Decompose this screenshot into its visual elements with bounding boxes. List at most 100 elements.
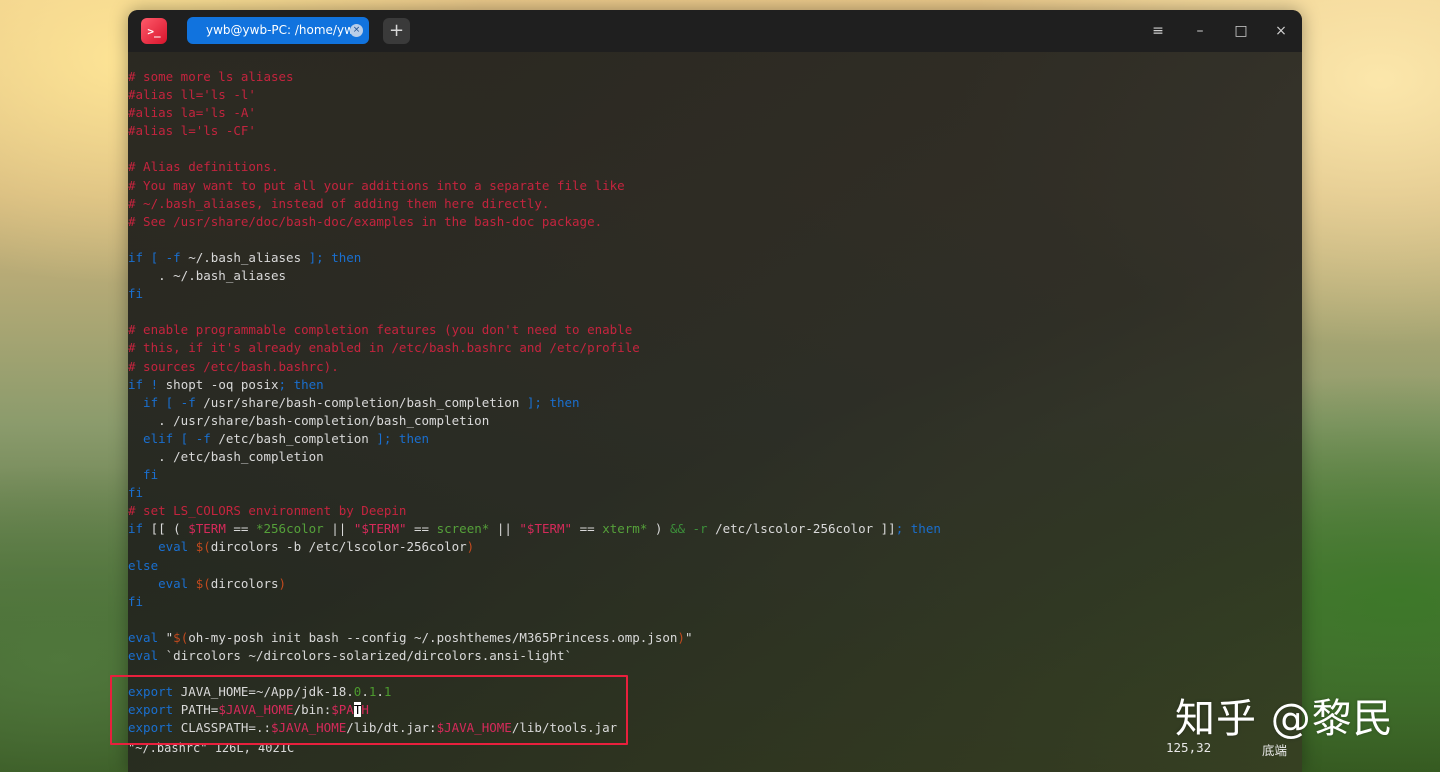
maximize-icon[interactable]: □: [1231, 21, 1251, 41]
code-token: else: [128, 557, 159, 573]
code-token: /etc/bash_completion: [218, 430, 377, 446]
terminal-line: # some more ls aliases: [128, 68, 1302, 86]
code-token: eval: [128, 648, 166, 663]
terminal-line: # set LS_COLORS environment by Deepin: [128, 502, 1302, 520]
terminal-line: # Alias definitions.: [128, 158, 1302, 176]
code-token: fi: [128, 467, 159, 483]
code-token: fi: [128, 485, 144, 501]
terminal-line: . /usr/share/bash-completion/bash_comple…: [128, 412, 1302, 430]
terminal-line: eval " $(oh-my-posh init bash --config ~/…: [128, 629, 1302, 647]
code-token: if: [128, 521, 151, 537]
code-token: eval: [128, 629, 166, 645]
terminal-line: if [ -f /usr/share/bash-completion/bash_…: [128, 394, 1302, 412]
code-token: ]; then: [308, 249, 362, 265]
code-token: ): [647, 521, 670, 537]
code-token: ): [278, 575, 287, 591]
terminal-line: # sources /etc/bash.bashrc).: [128, 358, 1302, 376]
code-token: ": [684, 629, 693, 645]
code-token: if !: [128, 376, 166, 392]
code-token: `dircolors ~/dircolors-solarized/dircolo…: [165, 648, 573, 663]
terminal-content[interactable]: # some more ls aliases #alias ll='ls -l' #…: [128, 68, 1302, 737]
code-token: . /etc/bash_completion: [128, 448, 324, 464]
terminal-line: eval $(dircolors): [128, 575, 1302, 593]
position-label: 底端: [1262, 743, 1288, 758]
terminal-line: else: [128, 557, 1302, 575]
code-token: /usr/share/bash-completion/bash_completi…: [203, 394, 527, 410]
code-token: $(: [195, 575, 211, 591]
tab-terminal[interactable]: ywb@ywb-PC: /home/ywb ×: [187, 17, 369, 44]
code-token: # You may want to put all your additions…: [128, 177, 625, 193]
menu-icon[interactable]: ≡: [1148, 21, 1168, 41]
terminal-line: eval $(dircolors -b /etc/lscolor-256colo…: [128, 538, 1302, 556]
terminal-line: #alias ll='ls -l': [128, 86, 1302, 104]
terminal-line: # See /usr/share/doc/bash-doc/examples i…: [128, 213, 1302, 231]
code-token: # Alias definitions.: [128, 159, 279, 175]
highlight-box: [110, 675, 628, 745]
terminal-line: if [ -f ~/.bash_aliases ]; then: [128, 249, 1302, 267]
code-token: if [ -f: [128, 394, 204, 410]
code-token: "$TERM": [353, 521, 407, 537]
terminal-line: fi: [128, 484, 1302, 502]
code-token: /etc/lscolor-256color ]]: [715, 521, 896, 537]
terminal-window: >_ ywb@ywb-PC: /home/ywb × + ≡ – □ × # s…: [128, 10, 1302, 772]
terminal-line: if ! shopt -oq posix; then: [128, 376, 1302, 394]
code-token: xterm*: [602, 521, 648, 537]
watermark: 知乎 @黎民: [1175, 696, 1394, 742]
tab-title: ywb@ywb-PC: /home/ywb: [206, 23, 362, 37]
terminal-line: # enable programmable completion feature…: [128, 321, 1302, 339]
code-token: elif [ -f: [128, 430, 219, 446]
code-token: [[ (: [150, 521, 189, 537]
code-token: oh-my-posh init bash --config ~/.poshthe…: [188, 629, 678, 645]
terminal-line: fi: [128, 593, 1302, 611]
code-token: # set LS_COLORS environment by Deepin: [128, 503, 407, 519]
title-bar: >_ ywb@ywb-PC: /home/ywb × + ≡ – □ ×: [128, 10, 1302, 52]
code-token: $(: [195, 539, 211, 555]
code-token: && -r: [669, 521, 716, 537]
tab-close-icon[interactable]: ×: [350, 24, 363, 37]
terminal-line: fi: [128, 285, 1302, 303]
terminal-line: fi: [128, 466, 1302, 484]
code-token: # some more ls aliases: [128, 69, 294, 84]
code-token: #alias l='ls -CF': [128, 123, 256, 139]
cursor-position: 125,32: [1166, 740, 1212, 755]
terminal-line: . /etc/bash_completion: [128, 448, 1302, 466]
code-token: $(: [173, 629, 189, 645]
code-token: *256color: [255, 521, 324, 537]
minimize-icon[interactable]: –: [1190, 21, 1210, 41]
code-token: ||: [489, 521, 520, 537]
code-token: ||: [323, 521, 354, 537]
code-token: eval: [128, 575, 196, 591]
terminal-app-icon[interactable]: >_: [141, 18, 167, 44]
code-token: . ~/.bash_aliases: [128, 268, 287, 284]
code-token: ; then: [278, 376, 324, 392]
code-token: $TERM: [188, 521, 226, 537]
code-token: dircolors: [210, 575, 279, 591]
terminal-line: elif [ -f /etc/bash_completion ]; then: [128, 430, 1302, 448]
code-token: ]; then: [526, 394, 580, 410]
terminal-line: # this, if it's already enabled in /etc/…: [128, 339, 1302, 357]
code-token: fi: [128, 286, 144, 302]
code-token: ): [466, 539, 475, 555]
code-token: "$TERM": [519, 521, 573, 537]
code-token: #alias ll='ls -l': [128, 87, 256, 103]
code-token: fi: [128, 593, 144, 609]
code-token: ]; then: [376, 430, 430, 446]
terminal-line: #alias la='ls -A': [128, 104, 1302, 122]
code-token: shopt -oq posix: [165, 376, 279, 392]
code-token: screen*: [436, 521, 490, 537]
code-token: ; then: [895, 521, 941, 537]
close-icon[interactable]: ×: [1271, 21, 1291, 41]
code-token: if [ -f: [128, 249, 189, 265]
code-token: ==: [225, 521, 256, 537]
code-token: # enable programmable completion feature…: [128, 322, 633, 338]
code-token: # See /usr/share/doc/bash-doc/examples i…: [128, 213, 603, 229]
terminal-line: eval `dircolors ~/dircolors-solarized/di…: [128, 647, 1302, 665]
terminal-line: # ~/.bash_aliases, instead of adding the…: [128, 195, 1302, 213]
new-tab-button[interactable]: +: [383, 18, 410, 44]
terminal-line: if [[ ( $TERM == *256color || "$TERM" ==…: [128, 520, 1302, 538]
code-token: ==: [406, 521, 437, 537]
code-token: # sources /etc/bash.bashrc).: [128, 358, 339, 374]
